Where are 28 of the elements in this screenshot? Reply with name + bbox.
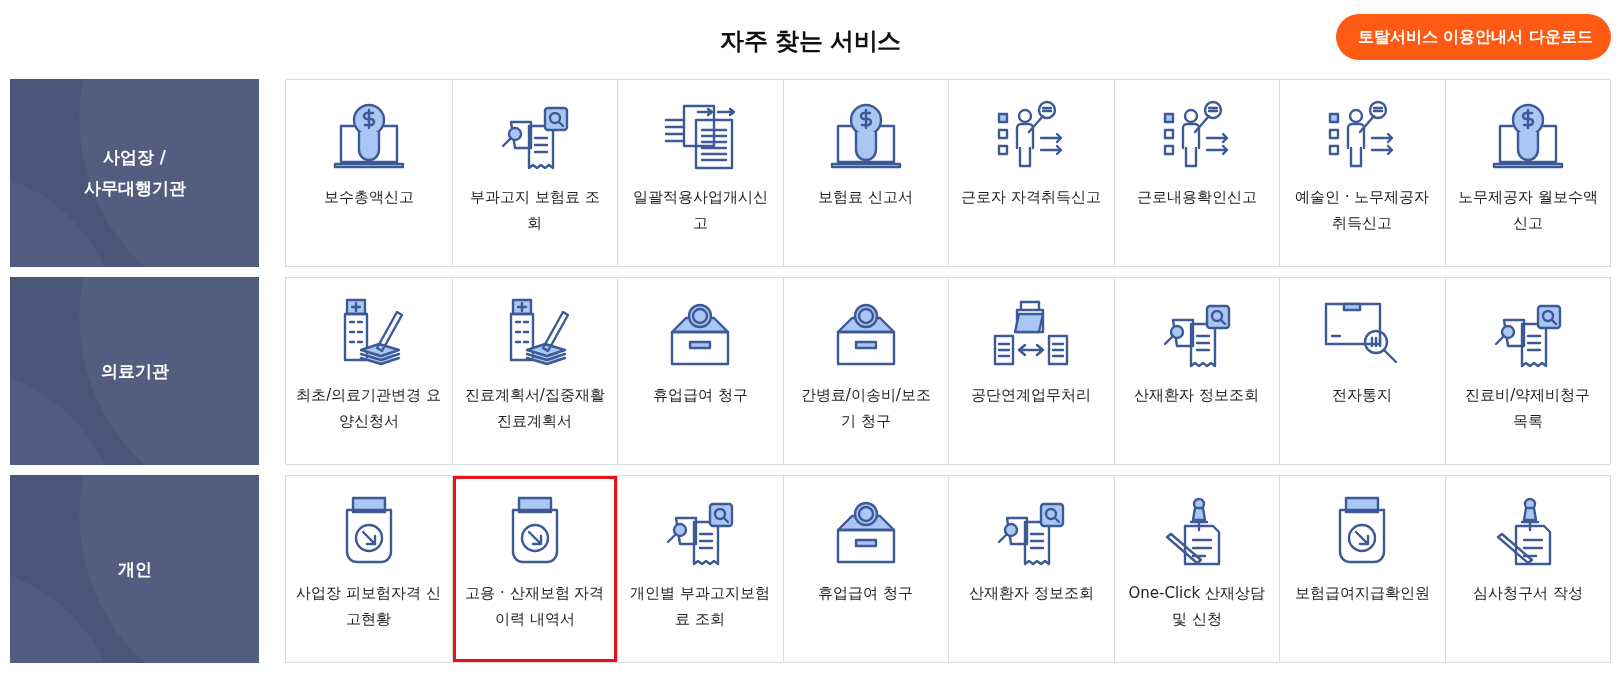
- category-label: 의료기관: [100, 359, 169, 383]
- service-tile[interactable]: 사업장 피보험자격 신고현황: [286, 476, 452, 662]
- service-tile[interactable]: 간병료/이송비/보조기 청구: [782, 278, 948, 464]
- category-label: 사업장 / 사무대행기관: [82, 146, 187, 200]
- service-tile[interactable]: 근로자 자격취득신고: [948, 80, 1114, 266]
- service-tile[interactable]: 휴업급여 청구: [782, 476, 948, 662]
- service-tile[interactable]: 예술인 · 노무제공자 취득신고: [1279, 80, 1445, 266]
- service-tile[interactable]: 진료비/약제비청구 목록: [1444, 278, 1610, 464]
- service-tile[interactable]: One-Click 산재상담 및 신청: [1113, 476, 1279, 662]
- section-title: 자주 찾는 서비스: [720, 25, 901, 57]
- service-tile[interactable]: 휴업급여 청구: [617, 278, 783, 464]
- service-tile[interactable]: 보험급여지급확인원: [1279, 476, 1445, 662]
- service-tile[interactable]: 노무제공자 월보수액 신고: [1444, 80, 1610, 266]
- service-tile[interactable]: 일괄적용사업개시신고: [617, 80, 783, 266]
- category-label: 개인: [117, 557, 152, 581]
- service-tile[interactable]: 산재환자 정보조회: [1113, 278, 1279, 464]
- service-tile[interactable]: 보험료 신고서: [782, 80, 948, 266]
- service-tile[interactable]: 근로내용확인신고: [1113, 80, 1279, 266]
- service-tile[interactable]: 고용 · 산재보험 자격 이력 내역서: [451, 476, 617, 662]
- service-tile[interactable]: 심사청구서 작성: [1444, 476, 1610, 662]
- service-tile[interactable]: 보수총액신고: [286, 80, 452, 266]
- service-tile[interactable]: 진료계획서/집중재활진료계획서: [451, 278, 617, 464]
- service-tile[interactable]: 전자통지: [1279, 278, 1445, 464]
- service-tile[interactable]: 최초/의료기관변경 요양신청서: [286, 278, 452, 464]
- service-tile[interactable]: 공단연계업무처리: [948, 278, 1114, 464]
- service-tile[interactable]: 개인별 부과고지보험료 조회: [617, 476, 783, 662]
- service-tile[interactable]: 산재환자 정보조회: [948, 476, 1114, 662]
- service-tile[interactable]: 부과고지 보험료 조회: [451, 80, 617, 266]
